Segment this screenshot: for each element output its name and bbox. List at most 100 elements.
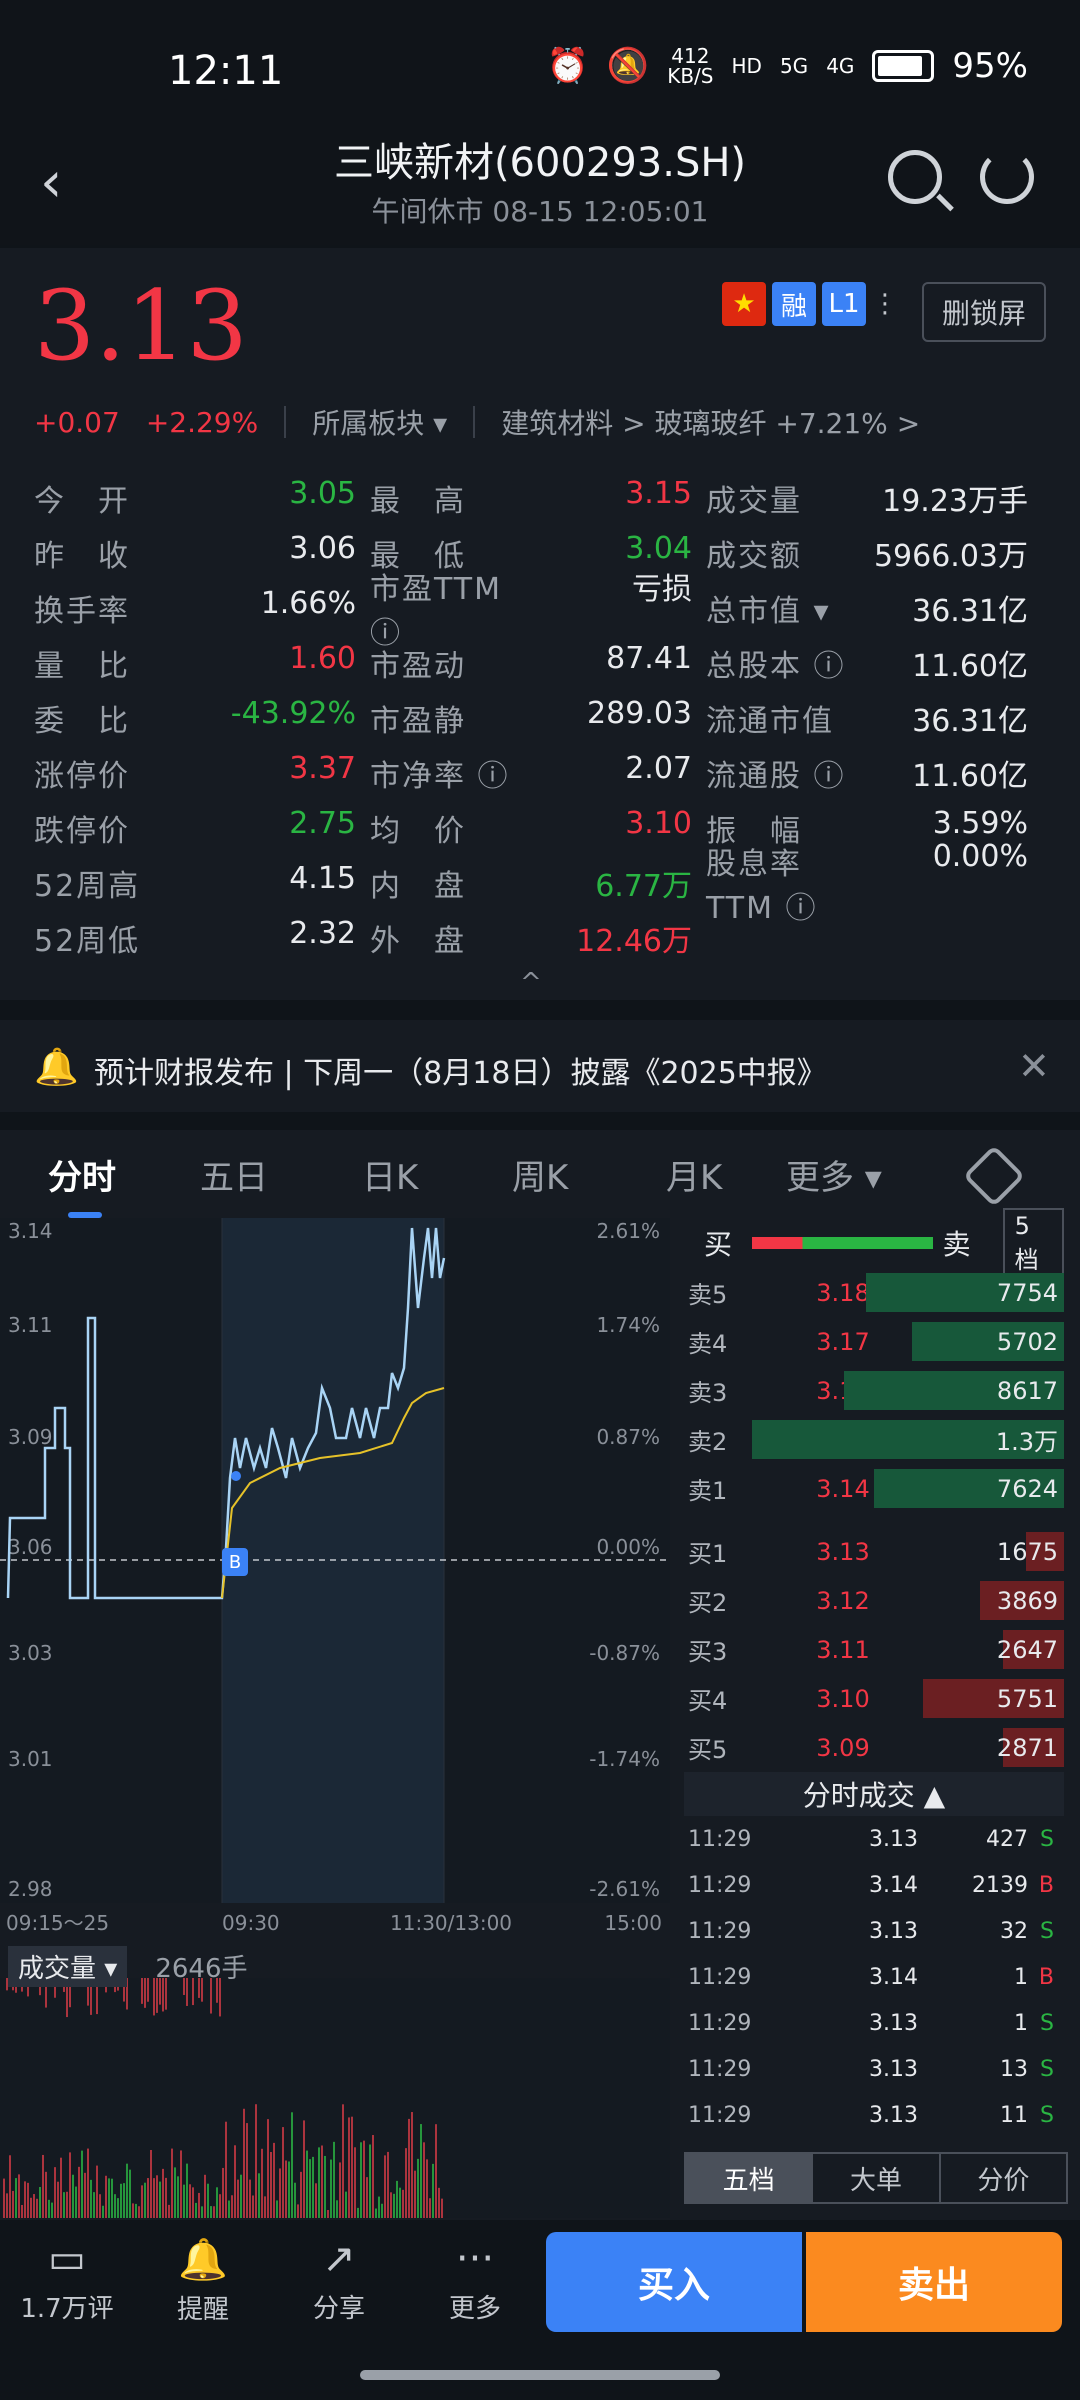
order-level-label: 卖5: [688, 1281, 728, 1309]
search-icon[interactable]: [888, 150, 942, 204]
tick-side: B: [1038, 1964, 1054, 1990]
order-level-row[interactable]: 卖33.168617: [684, 1366, 1064, 1415]
tick-price: 3.13: [869, 2102, 918, 2128]
pct-label: 2.61%: [596, 1219, 660, 1243]
stat-cell: 总股本 ⓘ 11.60亿: [706, 641, 1042, 685]
order-level-volume: 2871: [996, 1733, 1058, 1762]
order-level-row[interactable]: 买1 3.13 1675: [684, 1527, 1064, 1576]
stat-label: 总市值 ▾: [706, 593, 831, 629]
refresh-icon[interactable]: [980, 150, 1034, 204]
stat-value: 3.05: [289, 475, 356, 511]
stat-value: 87.41: [606, 640, 692, 676]
stat-value: 289.03: [587, 695, 692, 731]
buy-button[interactable]: 买入: [546, 2232, 802, 2332]
stat-cell: 市盈动 87.41: [370, 641, 706, 685]
tab-large-orders[interactable]: 大单: [813, 2154, 941, 2202]
pct-label: 0.87%: [596, 1425, 660, 1449]
order-level-volume: 5702: [996, 1327, 1058, 1356]
badge-group[interactable]: ★ 融 L1 ⋮: [722, 282, 898, 326]
intraday-chart[interactable]: 3.14 3.11 3.09 3.06 3.03 3.01 2.98 2.61%…: [0, 1218, 670, 2218]
stat-label: 市盈TTM ⓘ: [370, 571, 503, 651]
tick-row: 11:29 3.13 32 S: [684, 1908, 1064, 1954]
tick-volume: 2139: [972, 1872, 1028, 1898]
stat-value: 19.23万手: [882, 483, 1028, 519]
order-level-volume: 1.3万: [995, 1428, 1058, 1456]
comment-icon: ▭: [48, 2236, 86, 2282]
stat-value: 4.15: [289, 860, 356, 896]
buy-sell-ratio-bar: [752, 1237, 933, 1249]
tick-time: 11:29: [688, 1872, 752, 1898]
nav-share[interactable]: ↗ 分享: [284, 2236, 394, 2325]
order-level-row[interactable]: 卖4 3.17 5702: [684, 1317, 1064, 1366]
ask-list: 卖53.187754 卖4 3.17 5702 卖33.168617卖23.151.3万…: [684, 1268, 1064, 1513]
order-level-price: 3.11: [816, 1635, 870, 1664]
unlock-screen-button[interactable]: 删锁屏: [922, 282, 1046, 342]
tab-five-day[interactable]: 五日: [200, 1150, 268, 1199]
order-level-row[interactable]: 卖5 3.18 7754: [684, 1268, 1064, 1317]
tick-volume: 11: [1000, 2102, 1028, 2128]
battery-percent: 95%: [952, 46, 1028, 86]
tick-volume: 1: [1014, 2010, 1028, 2036]
tab-intraday[interactable]: 分时: [48, 1150, 116, 1199]
stat-cell: 换手率 1.66%: [34, 586, 370, 630]
order-level-label: 买5: [688, 1736, 728, 1764]
nav-comments[interactable]: ▭ 1.7万评: [12, 2236, 122, 2325]
stat-label: 市盈静: [370, 703, 466, 739]
stat-value: 36.31亿: [912, 703, 1028, 739]
stat-value: 1.66%: [260, 585, 356, 621]
stat-value: 0.00%: [932, 838, 1028, 874]
nav-remind[interactable]: 🔔 提醒: [148, 2236, 258, 2326]
stat-value: 2.75: [289, 805, 356, 841]
order-level-row[interactable]: 卖1 3.14 7624: [684, 1464, 1064, 1513]
order-level-volume: 8617: [996, 1376, 1058, 1405]
stat-cell: 市盈静 289.03: [370, 696, 706, 740]
sector-dropdown[interactable]: 所属板块 ▾: [312, 402, 447, 442]
stat-value: 11.60亿: [912, 758, 1028, 794]
tick-volume: 32: [1000, 1918, 1028, 1944]
tick-side: S: [1040, 1826, 1054, 1852]
tab-weekly-k[interactable]: 周K: [512, 1150, 568, 1199]
order-level-row[interactable]: 买4 3.10 5751: [684, 1674, 1064, 1723]
tab-price-distribution[interactable]: 分价: [941, 2154, 1066, 2202]
order-level-row[interactable]: 卖23.151.3万: [684, 1415, 1064, 1464]
sell-button[interactable]: 卖出: [806, 2232, 1062, 2332]
stats-grid: 今 开 3.05 最 高 3.15 成交量 19.23万手昨 收 3.06 最 低 3.04 成交…: [34, 470, 1044, 965]
volume-dropdown[interactable]: 成交量 ▾: [8, 1946, 128, 1987]
nav-more-label: 更多: [448, 2294, 501, 2324]
sector-path-link[interactable]: 建筑材料 > 玻璃玻纤 +7.21% >: [501, 402, 920, 442]
stat-cell: 量 比 1.60: [34, 641, 370, 685]
stat-label: 内 盘: [370, 868, 466, 904]
stat-row: 量 比 1.60 市盈动 87.41 总股本 ⓘ 11.60亿: [34, 635, 1044, 690]
stat-value: -43.92%: [230, 695, 356, 731]
collapse-chevron-icon[interactable]: ^: [520, 968, 542, 998]
tick-side: S: [1040, 1918, 1054, 1944]
stat-cell: 涨停价 3.37: [34, 751, 370, 795]
stat-label: 成交额: [706, 538, 802, 574]
tick-row: 11:29 3.13 427 S: [684, 1816, 1064, 1862]
tick-side: S: [1040, 2056, 1054, 2082]
stat-cell: 流通股 ⓘ 11.60亿: [706, 751, 1042, 795]
tab-monthly-k[interactable]: 月K: [666, 1150, 722, 1199]
order-level-row[interactable]: 买5 3.09 2871: [684, 1723, 1064, 1772]
more-dots-icon: ⋮: [872, 289, 898, 319]
home-indicator[interactable]: [360, 2370, 720, 2380]
order-level-volume: 3869: [996, 1586, 1058, 1615]
tab-daily-k[interactable]: 日K: [362, 1150, 418, 1199]
order-level-row[interactable]: 买2 3.12 3869: [684, 1576, 1064, 1625]
tick-time: 11:29: [688, 2102, 752, 2128]
notice-text[interactable]: 预计财报发布 | 下周一（8月18日）披露《2025中报》: [94, 1048, 827, 1092]
nav-more[interactable]: ··· 更多: [420, 2236, 530, 2325]
share-icon: ↗: [322, 2236, 356, 2282]
order-book-header: 买 卖 5档: [684, 1207, 1065, 1279]
order-level-row[interactable]: 买3 3.11 2647: [684, 1625, 1064, 1674]
stat-label: 涨停价: [34, 758, 130, 794]
tab-five-level[interactable]: 五档: [686, 2154, 814, 2202]
stat-value: 亏损: [632, 571, 692, 607]
stat-row: 52周高 4.15 内 盘 6.77万 股息率TTM ⓘ 0.00%: [34, 839, 1044, 926]
stat-value: 11.60亿: [912, 648, 1028, 684]
order-level-label: 卖4: [688, 1330, 728, 1358]
tab-more[interactable]: 更多 ▾: [786, 1150, 882, 1199]
tick-volume: 1: [1014, 1964, 1028, 1990]
close-icon[interactable]: ✕: [1018, 1044, 1050, 1088]
ticks-title[interactable]: 分时成交 ▲: [684, 1772, 1064, 1816]
